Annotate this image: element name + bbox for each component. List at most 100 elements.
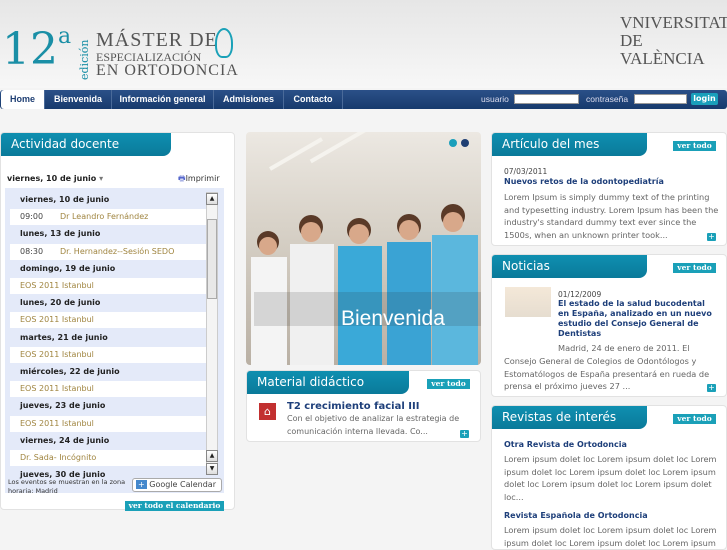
- slider-caption: Bienvenida: [341, 307, 445, 330]
- google-calendar-button[interactable]: + Google Calendar: [132, 478, 222, 492]
- noticias-date: 01/12/2009: [558, 290, 602, 299]
- agenda-day-header: miércoles, 22 de junio: [10, 364, 207, 380]
- agenda-day-header: viernes, 10 de junio: [10, 192, 207, 208]
- articulo-panel: Artículo del mes ver todo 07/03/2011 Nue…: [491, 132, 727, 246]
- agenda-day-header: domingo, 19 de junio: [10, 261, 207, 277]
- agenda-event[interactable]: Dr. Sada- Incógnito: [10, 450, 207, 466]
- slide-dot-2[interactable]: [461, 139, 469, 147]
- current-date: viernes, 10 de junio: [7, 174, 97, 183]
- agenda-day-header: lunes, 20 de junio: [10, 295, 207, 311]
- agenda-day-header: jueves, 23 de junio: [10, 398, 207, 414]
- document-icon: ⌂: [259, 403, 276, 420]
- agenda-event[interactable]: 08:30 Dr. Hernandez--Sesión SEDO: [10, 243, 207, 260]
- material-title: Material didáctico: [247, 371, 409, 394]
- agenda-day-header: martes, 21 de junio: [10, 330, 207, 346]
- scroll-up-icon[interactable]: ▲: [206, 450, 218, 462]
- material-item-body: Con el objetivo de analizar la estrategi…: [287, 414, 460, 436]
- login-button[interactable]: login: [691, 93, 718, 105]
- agenda-event[interactable]: EOS 2011 Istanbul: [10, 278, 207, 294]
- articulo-body: Lorem Ipsum is simply dummy text of the …: [504, 192, 719, 240]
- google-calendar-label: Google Calendar: [149, 480, 216, 489]
- event-title: EOS 2011 Istanbul: [20, 281, 94, 290]
- revistas-ver-todo[interactable]: ver todo: [673, 414, 716, 424]
- chevron-down-icon: ▾: [99, 174, 104, 183]
- revistas-panel: Revistas de interés ver todo Otra Revist…: [491, 405, 727, 550]
- tooth-icon: [215, 28, 233, 58]
- main-nav: Home Bienvenida Información general Admi…: [0, 90, 727, 109]
- articulo-date: 07/03/2011: [504, 167, 548, 176]
- agenda-day-header: lunes, 13 de junio: [10, 226, 207, 242]
- day-label: domingo, 19 de junio: [20, 263, 116, 273]
- university-line2: DE VALÈNCIA: [620, 31, 705, 68]
- revista-body: Lorem ipsum dolet loc Lorem ipsum dolet …: [504, 454, 717, 502]
- day-label: martes, 21 de junio: [20, 332, 108, 342]
- usuario-input[interactable]: [514, 94, 579, 104]
- event-title: Dr. Sada- Incógnito: [20, 453, 97, 462]
- noticias-body-rest: Consejo General de Colegios de Odontólog…: [504, 356, 710, 391]
- plus-icon[interactable]: +: [707, 384, 716, 392]
- print-button[interactable]: 🖶Imprimir: [178, 173, 220, 187]
- calendar-scrollbar[interactable]: ▲ ▲ ▼: [206, 192, 218, 475]
- material-ver-todo[interactable]: ver todo: [427, 379, 470, 389]
- scroll-down-icon[interactable]: ▼: [206, 463, 218, 475]
- event-title: EOS 2011 Istanbul: [20, 349, 94, 359]
- print-label: Imprimir: [185, 174, 220, 183]
- usuario-label: usuario: [481, 94, 509, 104]
- agenda-day-header: viernes, 24 de junio: [10, 433, 207, 449]
- plus-icon: +: [136, 480, 147, 489]
- day-label: miércoles, 22 de junio: [20, 367, 120, 376]
- agenda-event[interactable]: EOS 2011 Istanbul: [10, 381, 207, 398]
- contrasena-input[interactable]: [634, 94, 687, 104]
- event-title: EOS 2011 Istanbul: [20, 315, 94, 325]
- scroll-up-icon[interactable]: ▲: [206, 193, 218, 205]
- news-thumbnail[interactable]: [505, 287, 551, 317]
- tab-bienvenida[interactable]: Bienvenida: [45, 90, 112, 109]
- plus-icon[interactable]: +: [707, 233, 716, 241]
- event-title: EOS 2011 Istanbul: [20, 384, 94, 394]
- tab-home[interactable]: Home: [1, 90, 45, 109]
- agenda-event[interactable]: EOS 2011 Istanbul: [10, 346, 207, 363]
- day-label: lunes, 20 de junio: [20, 298, 101, 308]
- edition-number: 12: [2, 24, 58, 75]
- plus-icon[interactable]: +: [460, 430, 469, 438]
- slide-dot-1[interactable]: [449, 139, 457, 147]
- ver-todo-calendario-button[interactable]: ver todo el calendario: [125, 501, 224, 511]
- noticias-panel: Noticias ver todo 01/12/2009 El estado d…: [491, 254, 727, 397]
- university-logo[interactable]: VNIVERSITAT DE VALÈNCIA: [620, 14, 727, 68]
- noticias-title: Noticias: [492, 255, 647, 278]
- agenda-event[interactable]: EOS 2011 Istanbul: [10, 312, 207, 329]
- revista-body: Lorem ipsum dolet loc Lorem ipsum dolet …: [504, 525, 717, 548]
- event-title: EOS 2011 Istanbul: [20, 418, 94, 428]
- printer-icon: 🖶: [178, 174, 186, 183]
- agenda-event[interactable]: 09:00 Dr Leandro Fernández: [10, 209, 207, 226]
- header: 12 a edición MÁSTER DE ESPECIALIZACIÓN E…: [0, 0, 727, 88]
- calendar-date-select[interactable]: viernes, 10 de junio ▾: [7, 174, 103, 183]
- event-time: 08:30: [20, 246, 44, 256]
- noticias-body-first: Madrid, 24 de enero de 2011. El: [558, 343, 690, 353]
- university-line1: VNIVERSITAT: [620, 13, 727, 32]
- timezone-note: Los eventos se muestran en la zona horar…: [8, 478, 126, 493]
- articulo-ver-todo[interactable]: ver todo: [673, 141, 716, 151]
- day-label: lunes, 13 de junio: [20, 229, 101, 239]
- tab-contacto[interactable]: Contacto: [284, 90, 343, 109]
- noticias-item-title[interactable]: El estado de la salud bucodental en Espa…: [558, 299, 718, 339]
- event-title: Dr Leandro Fernández: [60, 212, 149, 222]
- tab-admisiones[interactable]: Admisiones: [214, 90, 284, 109]
- actividad-title: Actividad docente: [1, 133, 171, 156]
- articulo-title: Artículo del mes: [492, 133, 647, 156]
- calendar-agenda: jueves, 30 de junio Dr. Sada- Incógnito vi…: [5, 188, 224, 493]
- revista-title[interactable]: Otra Revista de Ortodoncia: [504, 440, 627, 449]
- articulo-item-title[interactable]: Nuevos retos de la odontopediatría: [504, 177, 664, 186]
- scroll-thumb[interactable]: [207, 219, 217, 299]
- noticias-ver-todo[interactable]: ver todo: [673, 263, 716, 273]
- material-item-title[interactable]: T2 crecimiento facial III: [287, 401, 419, 412]
- agenda-event[interactable]: EOS 2011 Istanbul: [10, 415, 207, 432]
- event-title: Dr. Hernandez--Sesión SEDO: [60, 246, 175, 256]
- revista-title[interactable]: Revista Española de Ortodoncia: [504, 511, 648, 520]
- event-time: 09:00: [20, 212, 44, 222]
- edition-sup: a: [58, 24, 72, 49]
- tab-informacion-general[interactable]: Información general: [112, 90, 214, 109]
- master-line3: EN ORTODONCIA: [96, 62, 239, 79]
- day-label: viernes, 10 de junio: [20, 195, 110, 204]
- material-panel: Material didáctico ver todo ⌂ T2 crecimi…: [246, 370, 481, 442]
